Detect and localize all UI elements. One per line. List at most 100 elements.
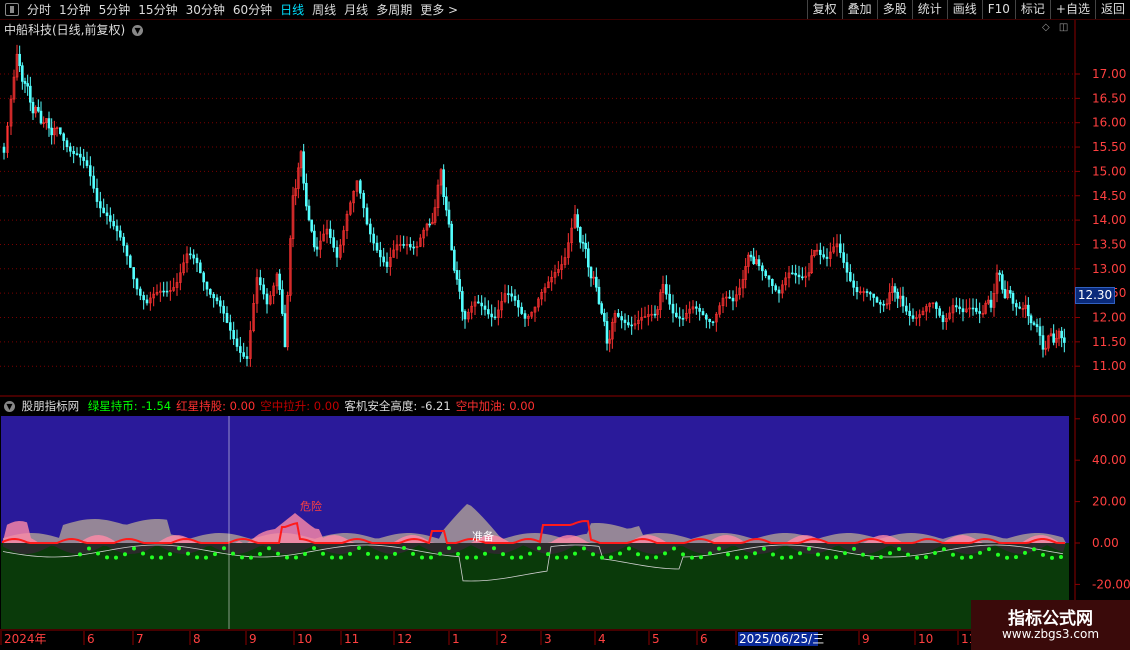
candle-body <box>192 254 195 259</box>
candle-body <box>1060 330 1063 339</box>
time-axis-label: 1 <box>452 632 460 646</box>
green-star-dot <box>717 546 721 551</box>
candle-body <box>731 297 735 302</box>
indicator-name: 股朋指标网 <box>21 399 80 413</box>
candle-body <box>908 310 911 316</box>
green-star-dot <box>456 552 460 557</box>
sub-axis-label: 20.00 <box>1092 495 1126 509</box>
candle-body <box>617 313 620 317</box>
maximize-icon[interactable]: ◫ <box>1059 22 1068 33</box>
green-star-dot <box>249 555 253 560</box>
candle-body <box>842 252 845 263</box>
candle-body <box>99 201 102 209</box>
time-axis-label: 5 <box>652 632 660 646</box>
candle-body <box>305 182 308 207</box>
price-axis-label: 14.50 <box>1092 189 1126 203</box>
candle-body <box>490 313 493 318</box>
candle-body <box>47 118 51 129</box>
candle-body <box>1029 315 1033 324</box>
candle-body <box>119 230 122 238</box>
candle-body <box>445 196 448 211</box>
candle-body <box>801 276 804 279</box>
candle-body <box>69 146 72 152</box>
candle-body <box>1032 322 1036 325</box>
candle-body <box>819 249 822 255</box>
candle-body <box>92 175 95 189</box>
candle-body <box>941 315 945 323</box>
green-star-dot <box>780 555 784 560</box>
candle-body <box>822 254 825 258</box>
green-star-dot <box>510 555 514 560</box>
candle-body <box>129 255 132 268</box>
green-star-dot <box>231 551 235 556</box>
price-axis-label: 15.50 <box>1092 140 1126 154</box>
candle-body <box>235 338 239 347</box>
green-star-dot <box>204 555 208 560</box>
candle-body <box>332 237 335 248</box>
candle-body <box>764 270 767 277</box>
sub-axis-label: 40.00 <box>1092 453 1126 467</box>
candle-body <box>905 305 908 312</box>
green-star-dot <box>429 555 433 560</box>
diamond-icon[interactable]: ◇ <box>1042 22 1050 33</box>
green-star-dot <box>339 555 343 560</box>
candle-body <box>18 53 21 66</box>
green-star-dot <box>852 546 856 551</box>
candle-body <box>21 65 24 82</box>
candle-body <box>777 289 781 294</box>
candle-body <box>225 312 229 323</box>
candle-body <box>576 214 579 228</box>
green-star-dot <box>663 551 667 556</box>
chevron-down-icon[interactable]: ▼ <box>4 401 15 412</box>
candle-body <box>520 306 523 314</box>
candle-body <box>79 153 82 158</box>
green-star-dot <box>636 552 640 557</box>
candle-body <box>1011 293 1015 304</box>
candle-body <box>665 284 668 295</box>
green-star-dot <box>213 552 217 557</box>
candle-body <box>794 273 797 276</box>
candle-body <box>1001 274 1004 290</box>
candle-body <box>620 316 623 321</box>
green-star-dot <box>411 551 415 556</box>
green-star-dot <box>519 555 523 560</box>
candle-body <box>278 273 281 290</box>
candle-body <box>202 272 205 283</box>
candle-body <box>375 242 379 251</box>
candle-body <box>229 322 232 331</box>
candle-body <box>579 227 582 243</box>
candle-body <box>139 288 142 296</box>
green-star-dot <box>708 551 712 556</box>
candle-body <box>513 295 517 301</box>
candle-body <box>379 249 382 258</box>
candle-body <box>1015 303 1018 308</box>
green-star-dot <box>573 551 577 556</box>
price-axis-label: 11.00 <box>1092 359 1126 373</box>
green-star-dot <box>492 546 496 551</box>
candle-body <box>65 140 69 148</box>
green-star-dot <box>1050 555 1054 560</box>
green-star-dot <box>168 552 172 557</box>
candle-body <box>971 307 975 310</box>
green-star-dot <box>321 551 325 556</box>
candle-body <box>359 180 362 194</box>
green-star-dot <box>195 555 199 560</box>
candle-body <box>461 291 464 312</box>
chevron-down-icon[interactable]: ▼ <box>132 25 144 36</box>
candle-body <box>752 256 755 264</box>
price-axis-label: 13.00 <box>1092 262 1126 276</box>
candle-body <box>523 313 527 319</box>
candle-body <box>757 259 761 267</box>
watermark-logo: 指标公式网 www.zbgs3.com <box>971 600 1130 650</box>
chart-canvas[interactable]: 17.00 16.50 16.00 15.50 15.00 14.50 14.00 13.50… <box>0 0 1130 650</box>
green-star-dot <box>609 555 613 560</box>
candle-body <box>483 305 487 310</box>
candle-body <box>329 228 332 238</box>
green-star-dot <box>474 555 478 560</box>
green-star-dot <box>888 551 892 556</box>
green-star-dot <box>591 552 595 557</box>
green-star-dot <box>105 555 109 560</box>
candle-body <box>1009 290 1012 294</box>
green-star-dot <box>627 546 631 551</box>
green-star-dot <box>807 546 811 551</box>
